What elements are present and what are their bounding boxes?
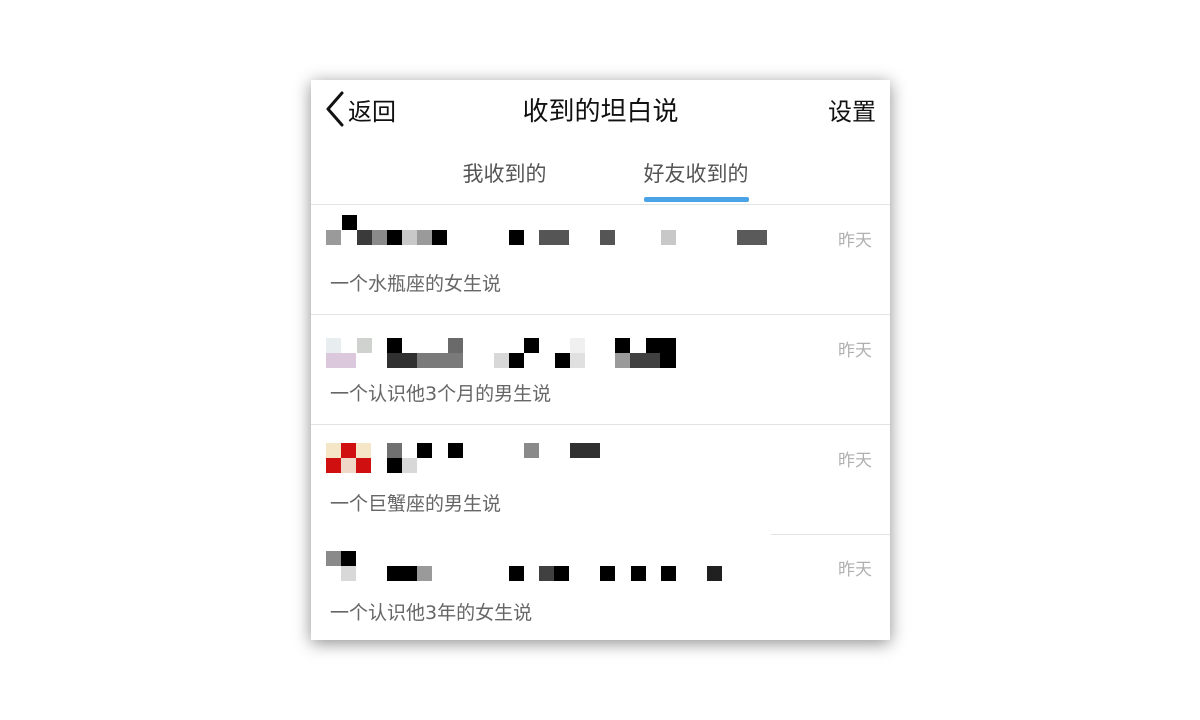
tab-my-received[interactable]: 我收到的: [457, 158, 552, 188]
tab-friends-received[interactable]: 好友收到的: [637, 158, 755, 188]
message-list: 昨天 一个水瓶座的女生说 昨天 一个认识他3个月的男生说 昨天 一个巨蟹座的男生…: [311, 205, 890, 640]
pixelated-content: [326, 215, 786, 260]
message-sender: 一个认识他3年的女生说: [330, 602, 533, 624]
page-title: 收到的坦白说: [522, 97, 679, 127]
message-time: 昨天: [838, 451, 872, 471]
message-sender: 一个认识他3个月的男生说: [330, 383, 552, 405]
navigation-bar: 返回 收到的坦白说 设置: [311, 80, 890, 140]
message-time: 昨天: [838, 341, 872, 361]
list-item[interactable]: 昨天 一个巨蟹座的男生说: [311, 425, 890, 535]
settings-button[interactable]: 设置: [828, 92, 876, 127]
active-tab-indicator: [644, 197, 749, 202]
message-sender: 一个巨蟹座的男生说: [330, 493, 502, 515]
list-item[interactable]: 昨天 一个水瓶座的女生说: [311, 205, 890, 315]
pixelated-content: [326, 544, 786, 589]
pixelated-content: [326, 435, 786, 480]
list-item[interactable]: 昨天 一个认识他3年的女生说: [311, 534, 890, 640]
phone-screen: 返回 收到的坦白说 设置 我收到的 好友收到的 昨天 一个水瓶座的女生说 昨天 …: [311, 80, 890, 640]
message-time: 昨天: [838, 231, 872, 251]
list-item[interactable]: 昨天 一个认识他3个月的男生说: [311, 315, 890, 425]
message-time: 昨天: [838, 560, 872, 580]
message-sender: 一个水瓶座的女生说: [330, 273, 502, 295]
pixelated-content: [326, 325, 786, 370]
tab-bar: 我收到的 好友收到的: [311, 140, 890, 205]
